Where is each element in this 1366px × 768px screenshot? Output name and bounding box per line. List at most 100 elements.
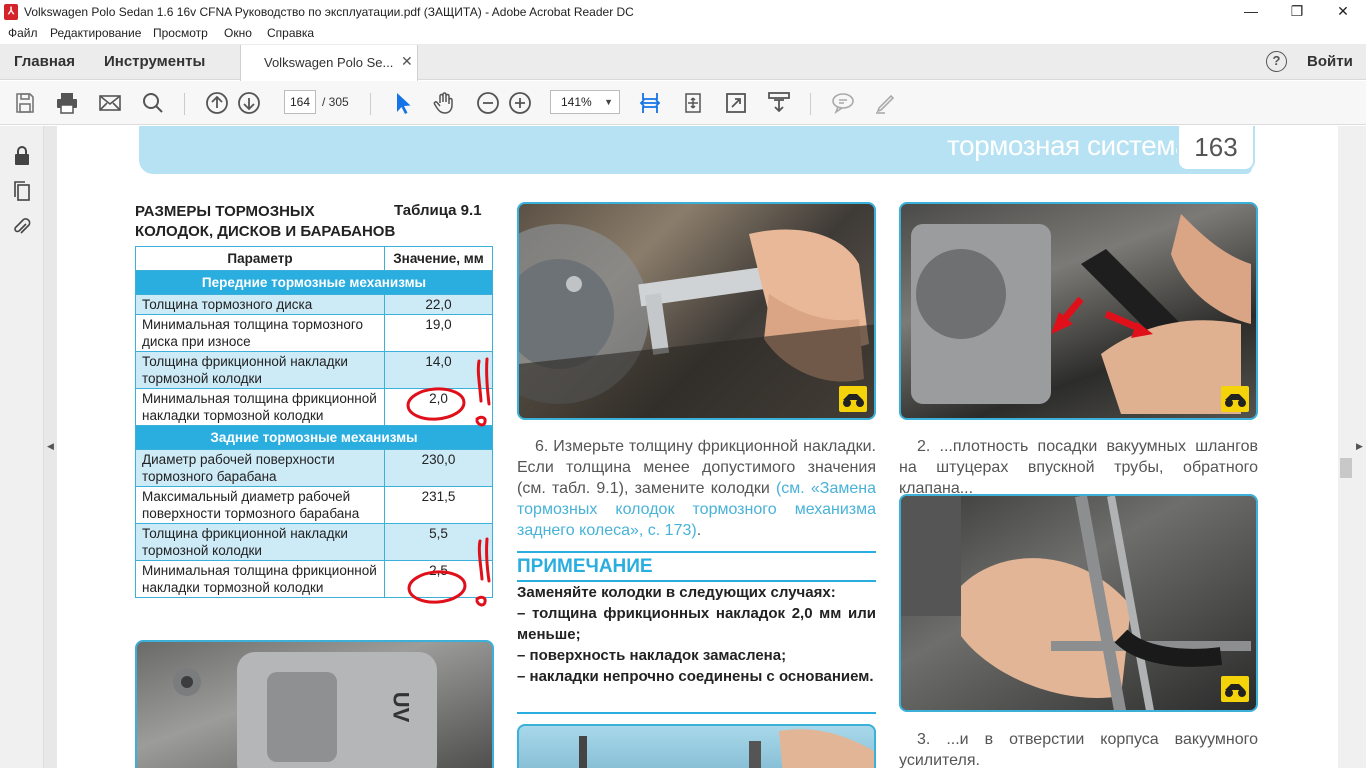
scrollbar-thumb[interactable] [1340, 458, 1352, 478]
column-header: Параметр [135, 246, 385, 271]
param-cell: Толщина фрикционной накладки тормозной к… [135, 351, 385, 389]
fullscreen-icon[interactable] [724, 91, 748, 115]
tab-document[interactable]: Volkswagen Polo Se... ✕ [240, 45, 418, 81]
toolbar-divider [370, 93, 371, 115]
value-cell: 19,0 [384, 314, 493, 352]
scroll-mode-icon[interactable] [767, 91, 791, 115]
pages-icon[interactable] [12, 180, 32, 202]
photo-caliper-measure [517, 202, 876, 420]
tab-tools[interactable]: Инструменты [104, 53, 205, 70]
hand-icon[interactable] [432, 91, 456, 115]
comment-icon[interactable] [831, 91, 855, 115]
note-body: Заменяйте колодки в следующих случаях: –… [517, 582, 876, 687]
photo-brake-caliper: UV [135, 640, 494, 768]
photo-illustration [579, 729, 874, 768]
search-icon[interactable] [141, 91, 165, 115]
print-icon[interactable] [55, 91, 79, 115]
photo-illustration [519, 224, 874, 418]
param-cell: Минимальная толщина тормозного диска при… [135, 314, 385, 352]
tab-home[interactable]: Главная [14, 53, 75, 70]
toolbar-divider [810, 93, 811, 115]
title-bar: ⅄ Volkswagen Polo Sedan 1.6 16v CFNA Рук… [0, 0, 1366, 24]
document-tab-label: Volkswagen Polo Se... [264, 55, 394, 70]
param-cell: Максимальный диаметр рабочей поверхности… [135, 486, 385, 524]
note-line: – толщина фрикционных накладок 2,0 мм ил… [517, 605, 876, 643]
photo-illustration [911, 214, 1251, 414]
zoom-select[interactable]: 141% ▼ [550, 90, 620, 114]
tab-bar: Главная Инструменты [0, 44, 1366, 80]
caption-step-6: 6. Измерьте толщину фрикционной накладки… [517, 436, 876, 541]
note-line: Заменяйте колодки в следующих случаях: [517, 584, 836, 601]
photo-vacuum-hoses [899, 202, 1258, 420]
photo-illustration [901, 496, 1251, 710]
caliper-marking: UV [388, 691, 414, 723]
chevron-right-icon[interactable]: ▶ [1356, 441, 1363, 452]
table-number: Таблица 9.1 [394, 202, 482, 219]
highlight-pen-icon[interactable] [874, 91, 898, 115]
email-icon[interactable] [98, 91, 122, 115]
section-title: тормозная система [947, 130, 1191, 161]
close-tab-icon[interactable]: ✕ [401, 53, 413, 70]
page-number: 163 [1177, 126, 1255, 171]
page-down-icon[interactable] [237, 91, 261, 115]
page-total: / 305 [322, 95, 349, 109]
note-line: – поверхность накладок замаслена; [517, 647, 787, 664]
window-title: Volkswagen Polo Sedan 1.6 16v CFNA Руков… [24, 5, 634, 19]
page-up-icon[interactable] [205, 91, 229, 115]
page-number-input[interactable]: 164 [284, 90, 316, 114]
table-row: Минимальная толщина тормозного диска при… [135, 314, 493, 352]
sign-in-button[interactable]: Войти [1307, 53, 1353, 70]
lock-icon[interactable] [12, 144, 32, 166]
section-header: Передние тормозные механизмы [135, 270, 493, 295]
handwritten-annotation [406, 357, 491, 607]
caption-text: . [696, 522, 702, 539]
caption-step-2: 2. ...плотность посадки вакуумных шланго… [899, 438, 1258, 497]
photo-illustration [173, 652, 437, 768]
attachment-icon[interactable] [12, 216, 32, 238]
column-header: Значение, мм [384, 246, 493, 271]
zoom-out-icon[interactable] [476, 91, 500, 115]
menu-help[interactable]: Справка [267, 26, 314, 40]
vertical-scrollbar[interactable] [1338, 126, 1354, 768]
collapse-left-pane[interactable]: ◀ [44, 126, 57, 768]
difficulty-badge [839, 386, 867, 412]
note-divider [517, 712, 876, 714]
minimize-button[interactable]: — [1228, 0, 1274, 24]
photo-caliper-detail [517, 724, 876, 768]
menu-bar: Файл Редактирование Просмотр Окно Справк… [0, 24, 1366, 44]
pdf-page: тормозная система 163 РАЗМЕРЫ ТОРМОЗНЫХ … [57, 126, 1338, 768]
param-cell: Толщина тормозного диска [135, 294, 385, 315]
table-title-line: КОЛОДОК, ДИСКОВ И БАРАБАНОВ [135, 223, 396, 240]
maximize-button[interactable]: ❐ [1274, 0, 1320, 24]
table-title-line: РАЗМЕРЫ ТОРМОЗНЫХ [135, 203, 315, 220]
pdf-icon: ⅄ [4, 4, 18, 20]
param-cell: Минимальная толщина фрикционной накладки… [135, 560, 385, 598]
menu-edit[interactable]: Редактирование [50, 26, 141, 40]
photo-vacuum-booster [899, 494, 1258, 712]
param-cell: Минимальная толщина фрикционной накладки… [135, 388, 385, 426]
table-row: Толщина тормозного диска 22,0 [135, 294, 493, 315]
help-icon[interactable]: ? [1266, 51, 1287, 72]
menu-view[interactable]: Просмотр [153, 26, 208, 40]
caption-step-3: 3. ...и в отверстии корпуса вакуумного у… [899, 731, 1258, 768]
rotate-icon[interactable] [681, 91, 705, 115]
zoom-value: 141% [561, 95, 592, 109]
close-window-button[interactable]: ✕ [1320, 0, 1366, 24]
zoom-in-icon[interactable] [508, 91, 532, 115]
param-cell: Диаметр рабочей поверхности тормозного б… [135, 449, 385, 487]
table-title: РАЗМЕРЫ ТОРМОЗНЫХ КОЛОДОК, ДИСКОВ И БАРА… [135, 202, 395, 242]
section-banner: тормозная система [139, 126, 1252, 174]
difficulty-badge [1221, 386, 1249, 412]
fit-width-icon[interactable] [638, 91, 662, 115]
menu-file[interactable]: Файл [8, 26, 38, 40]
note-title: ПРИМЕЧАНИЕ [517, 551, 876, 582]
param-cell: Толщина фрикционной накладки тормозной к… [135, 523, 385, 561]
select-cursor-icon[interactable] [390, 91, 414, 115]
menu-window[interactable]: Окно [224, 26, 252, 40]
value-cell: 22,0 [384, 294, 493, 315]
chevron-down-icon[interactable]: ▼ [604, 91, 613, 113]
note-line: – накладки непрочно соединены с основани… [517, 668, 874, 685]
left-navigation-pane [0, 126, 44, 768]
chevron-left-icon[interactable]: ◀ [47, 441, 54, 452]
save-icon[interactable] [13, 91, 37, 115]
